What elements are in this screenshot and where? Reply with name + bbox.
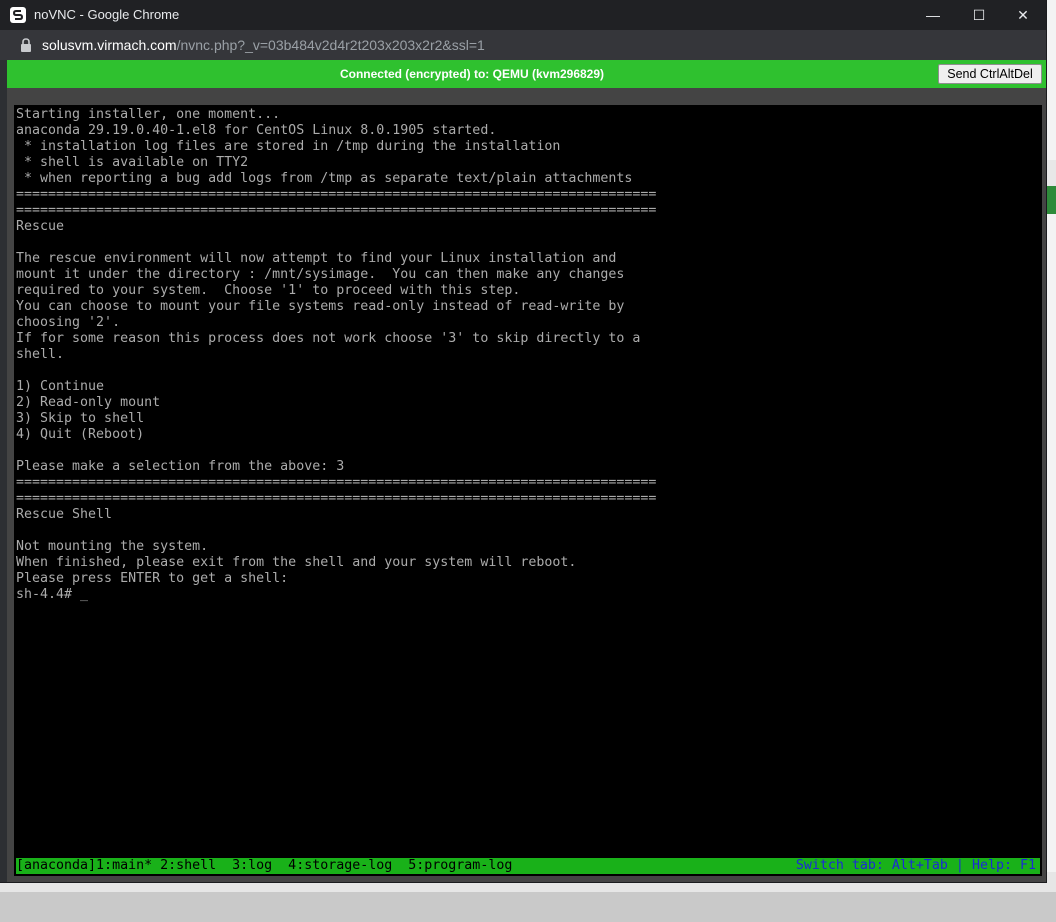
send-ctrlaltdel-button[interactable]: Send CtrlAltDel [938,64,1042,84]
remote-console[interactable]: Starting installer, one moment... anacon… [14,105,1042,876]
url-text[interactable]: solusvm.virmach.com/nvnc.php?_v=03b484v2… [42,37,485,53]
minimize-button[interactable]: — [910,0,956,30]
title-bar: noVNC - Google Chrome — ☐ ✕ [0,0,1046,30]
tmux-window-list: [anaconda]1:main* 2:shell 3:log 4:storag… [16,858,513,873]
window-title: noVNC - Google Chrome [34,7,180,22]
lock-icon[interactable] [20,38,32,52]
tmux-status-bar: [anaconda]1:main* 2:shell 3:log 4:storag… [16,858,1040,874]
terminal-text: Starting installer, one moment... anacon… [16,107,657,602]
terminal-output: Starting installer, one moment... anacon… [16,107,656,603]
tmux-help-hint: Switch tab: Alt+Tab | Help: F1 [795,858,1036,873]
terminal-cursor: _ [80,587,89,602]
background-accent [1046,186,1056,214]
address-bar[interactable]: solusvm.virmach.com/nvnc.php?_v=03b484v2… [0,30,1046,60]
vnc-status-bar: Connected (encrypted) to: QEMU (kvm29682… [7,60,1046,88]
url-domain: solusvm.virmach.com [42,37,177,53]
close-button[interactable]: ✕ [1000,0,1046,30]
maximize-button[interactable]: ☐ [956,0,1002,30]
connection-status: Connected (encrypted) to: QEMU (kvm29682… [339,67,605,81]
background-window-strip [1046,0,1056,892]
solusvm-logo-icon [10,7,26,23]
url-path: /nvnc.php?_v=03b484v2d4r2t203x203x2r2&ss… [176,37,485,53]
